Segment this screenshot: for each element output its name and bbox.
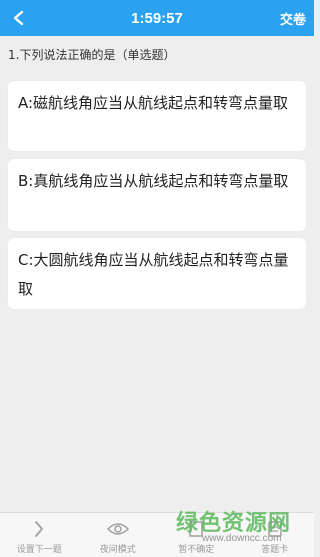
tab-answer-card-label: 答题卡 bbox=[261, 545, 289, 555]
option-a-text: A:磁航线角应当从航线起点和转弯点量取 bbox=[18, 94, 289, 112]
option-c[interactable]: C:大圆航线角应当从航线起点和转弯点量取 bbox=[8, 238, 306, 309]
question-text: 1.下列说法正确的是（单选题） bbox=[8, 48, 176, 62]
tab-answer-card[interactable]: 答题卡 bbox=[236, 513, 315, 557]
back-button[interactable] bbox=[6, 5, 32, 31]
card-icon bbox=[264, 519, 286, 539]
option-a[interactable]: A:磁航线角应当从航线起点和转弯点量取 bbox=[8, 81, 306, 151]
bottom-nav: 设置下一题 夜间模式 暂不确定 答题卡 bbox=[0, 512, 314, 557]
tab-next-question-label: 设置下一题 bbox=[16, 545, 62, 555]
top-bar: 1:59:57 交卷 bbox=[0, 0, 314, 36]
countdown-timer: 1:59:57 bbox=[131, 9, 183, 27]
submit-exam-button[interactable]: 交卷 bbox=[280, 0, 306, 36]
tab-unsure[interactable]: 暂不确定 bbox=[157, 513, 236, 557]
tab-unsure-label: 暂不确定 bbox=[178, 545, 215, 555]
chevron-left-icon bbox=[13, 10, 24, 26]
tab-night-mode[interactable]: 夜间模式 bbox=[79, 513, 158, 557]
option-b-text: B:真航线角应当从航线起点和转弯点量取 bbox=[18, 172, 289, 190]
tab-next-question[interactable]: 设置下一题 bbox=[0, 513, 79, 557]
option-b[interactable]: B:真航线角应当从航线起点和转弯点量取 bbox=[8, 159, 306, 231]
tab-night-mode-label: 夜间模式 bbox=[99, 545, 136, 555]
flag-icon bbox=[185, 519, 207, 539]
eye-icon bbox=[106, 519, 129, 539]
chevron-right-icon bbox=[28, 519, 50, 539]
option-c-text: C:大圆航线角应当从航线起点和转弯点量取 bbox=[18, 251, 289, 298]
